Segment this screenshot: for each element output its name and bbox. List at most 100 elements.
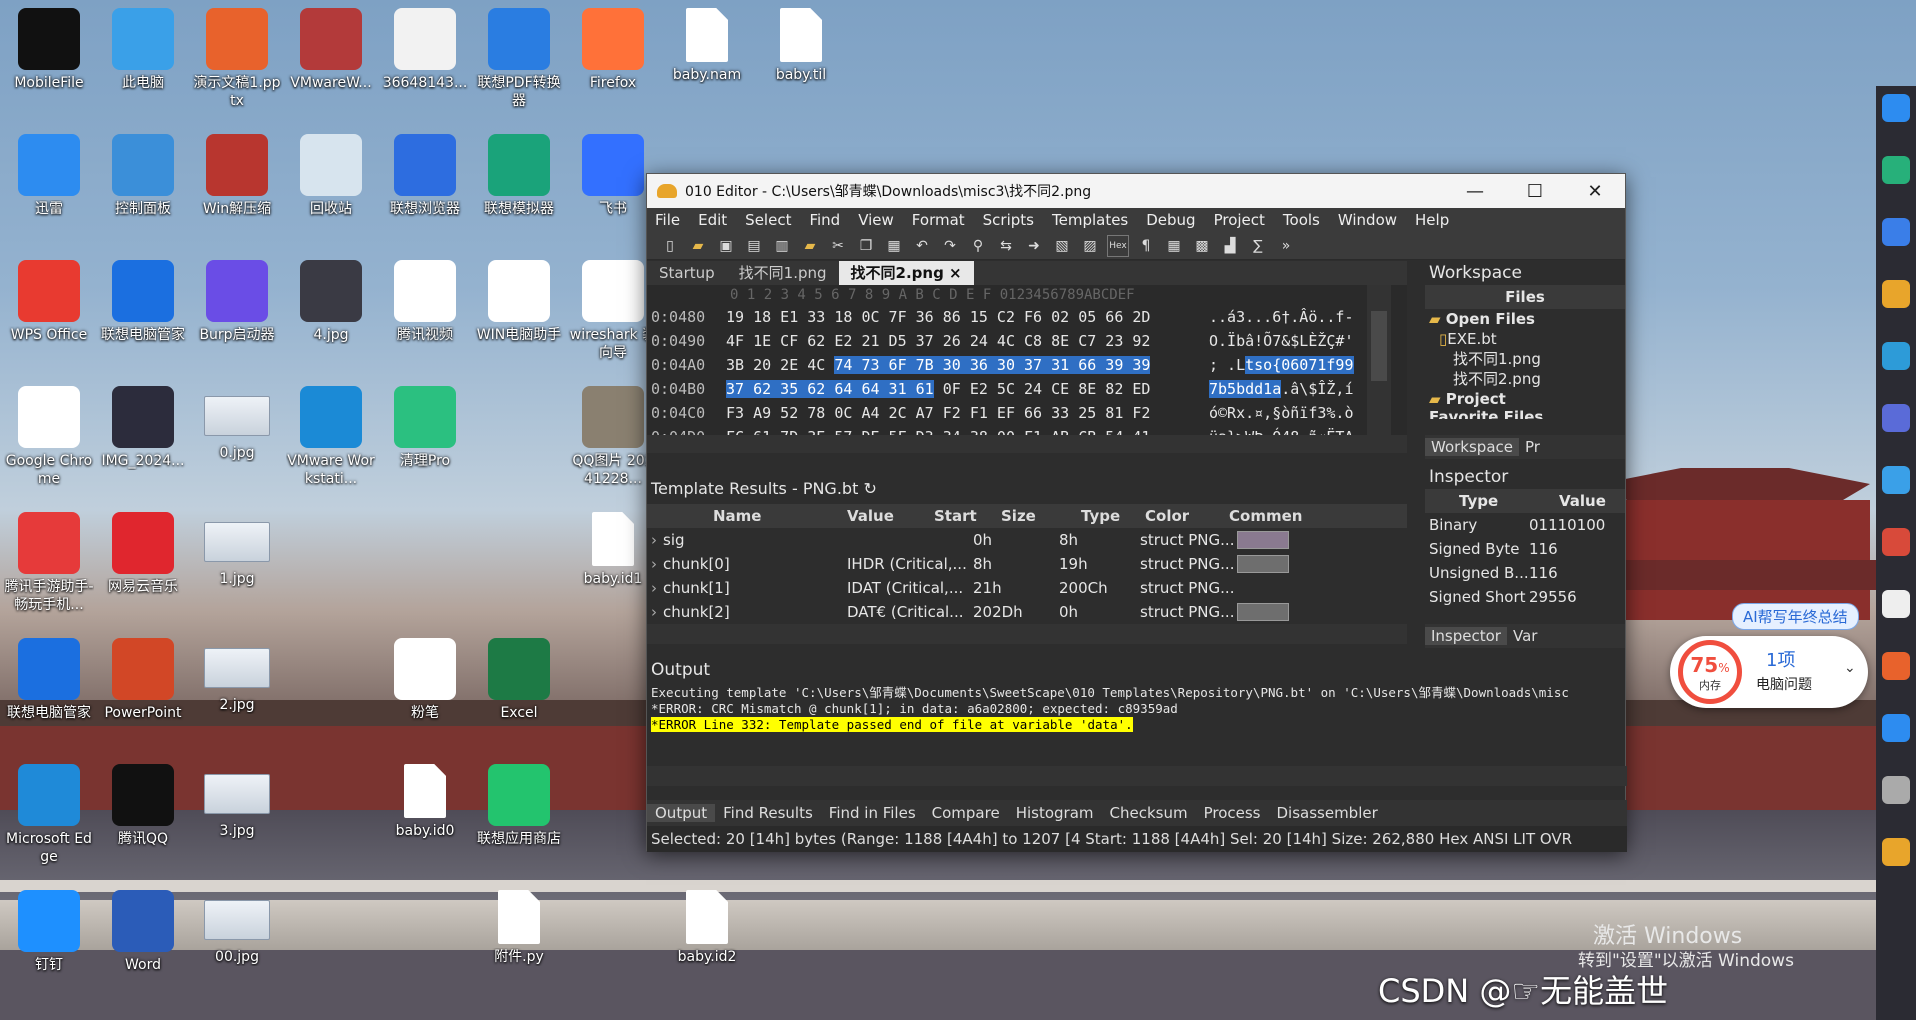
desktop-icon[interactable]: baby.id2 bbox=[662, 884, 752, 1002]
desktop-icon[interactable]: 飞书 bbox=[568, 128, 658, 246]
inspector-row[interactable]: Unsigned B... 116 bbox=[1425, 561, 1625, 585]
save-all-icon[interactable]: ▥ bbox=[771, 235, 793, 257]
col-comment[interactable]: Commen bbox=[1229, 504, 1302, 528]
desktop-icon[interactable]: 00.jpg bbox=[192, 884, 282, 1002]
menu-edit[interactable]: Edit bbox=[698, 211, 727, 229]
goto-icon[interactable]: ➜ bbox=[1023, 235, 1045, 257]
desktop-icon[interactable]: 清理Pro bbox=[380, 380, 470, 498]
desktop-icon[interactable]: 腾讯QQ bbox=[98, 758, 188, 876]
menu-view[interactable]: View bbox=[858, 211, 894, 229]
undo-icon[interactable]: ↶ bbox=[911, 235, 933, 257]
tab-find-in-files[interactable]: Find in Files bbox=[821, 804, 924, 822]
desktop-icon[interactable]: WIN电脑助手 bbox=[474, 254, 564, 372]
workspace-item[interactable]: ▯EXE.bt bbox=[1425, 329, 1625, 349]
hex-row[interactable]: 0:04A0 3B 20 2E 4C 74 73 6F 7B 30 36 30 3… bbox=[647, 353, 1407, 377]
col-type[interactable]: Type bbox=[1081, 504, 1120, 528]
taskbar-app-icon[interactable] bbox=[1882, 404, 1910, 432]
tab-inspector[interactable]: Inspector bbox=[1425, 627, 1507, 645]
memory-widget[interactable]: 75% 内存 1项 电脑问题 ⌄ bbox=[1670, 636, 1868, 708]
desktop-icon[interactable]: WPS Office bbox=[4, 254, 94, 372]
ai-year-summary-badge[interactable]: AI帮写年终总结 bbox=[1732, 603, 1859, 630]
desktop-icon[interactable]: Google Chrome bbox=[4, 380, 94, 498]
desktop-icon[interactable]: 36648143... bbox=[380, 2, 470, 120]
taskbar-app-icon[interactable] bbox=[1882, 776, 1910, 804]
col-color[interactable]: Color bbox=[1145, 504, 1189, 528]
col-value[interactable]: Value bbox=[847, 504, 894, 528]
project-node[interactable]: ▰ Project bbox=[1425, 389, 1625, 409]
menu-find[interactable]: Find bbox=[809, 211, 840, 229]
inspector-row[interactable]: Binary 01110100 bbox=[1425, 513, 1625, 537]
calculator-icon[interactable]: ▩ bbox=[1191, 235, 1213, 257]
template-row[interactable]: › chunk[2] DAT€ (Critical... 202Dh 0h struct … bbox=[647, 600, 1407, 624]
inspector-row[interactable]: Signed Byte 116 bbox=[1425, 537, 1625, 561]
tab-process[interactable]: Process bbox=[1196, 804, 1269, 822]
hex-row[interactable]: 0:0480 19 18 E1 33 18 0C 7F 36 86 15 C2 F… bbox=[647, 305, 1407, 329]
redo-icon[interactable]: ↷ bbox=[939, 235, 961, 257]
col-size[interactable]: Size bbox=[1001, 504, 1036, 528]
close-button[interactable]: ✕ bbox=[1565, 181, 1625, 202]
desktop-icon[interactable]: baby.id0 bbox=[380, 758, 470, 876]
desktop-icon[interactable]: 回收站 bbox=[286, 128, 376, 246]
taskbar-app-icon[interactable] bbox=[1882, 838, 1910, 866]
desktop-icon[interactable]: 附件.py bbox=[474, 884, 564, 1002]
desktop-icon[interactable]: QQ图片 20241228... bbox=[568, 380, 658, 498]
desktop-icon[interactable]: PowerPoint bbox=[98, 632, 188, 750]
desktop-icon[interactable]: 腾讯手游助手-畅玩手机... bbox=[4, 506, 94, 624]
open-folder-icon[interactable]: ▰ bbox=[687, 235, 709, 257]
menu-help[interactable]: Help bbox=[1415, 211, 1449, 229]
taskbar-app-icon[interactable] bbox=[1882, 218, 1910, 246]
desktop-icon[interactable]: 联想PDF转换器 bbox=[474, 2, 564, 120]
chevron-down-icon[interactable]: ⌄ bbox=[1844, 660, 1856, 676]
desktop-icon[interactable]: 迅雷 bbox=[4, 128, 94, 246]
desktop-icon[interactable]: MobileFile bbox=[4, 2, 94, 120]
expand-icon[interactable]: › bbox=[651, 600, 657, 624]
taskbar-app-icon[interactable] bbox=[1882, 652, 1910, 680]
find-icon[interactable]: ⚲ bbox=[967, 235, 989, 257]
minimize-button[interactable]: — bbox=[1445, 181, 1505, 202]
chevron-right-icon[interactable]: » bbox=[1275, 235, 1297, 257]
desktop-icon[interactable]: Win解压缩 bbox=[192, 128, 282, 246]
desktop-icon[interactable]: VMwareW... bbox=[286, 2, 376, 120]
desktop-icon[interactable]: 钉钉 bbox=[4, 884, 94, 1002]
tab-startup[interactable]: Startup bbox=[647, 261, 727, 285]
desktop-icon[interactable]: 联想电脑管家 bbox=[4, 632, 94, 750]
hex-row[interactable]: 0:0490 4F 1E CF 62 E2 21 D5 37 26 24 4C C… bbox=[647, 329, 1407, 353]
taskbar-app-icon[interactable] bbox=[1882, 156, 1910, 184]
replace-icon[interactable]: ⇆ bbox=[995, 235, 1017, 257]
desktop-icon[interactable]: Excel bbox=[474, 632, 564, 750]
script-icon[interactable]: ▧ bbox=[1051, 235, 1073, 257]
desktop-icon[interactable]: Burp启动器 bbox=[192, 254, 282, 372]
desktop-icon[interactable]: 1.jpg bbox=[192, 506, 282, 624]
desktop-icon[interactable]: VMware Workstati... bbox=[286, 380, 376, 498]
desktop-icon[interactable]: 4.jpg bbox=[286, 254, 376, 372]
inspector-col-value[interactable]: Value bbox=[1559, 489, 1606, 513]
output-scrollbar[interactable] bbox=[647, 766, 1627, 786]
expand-icon[interactable]: › bbox=[651, 576, 657, 600]
hex-mode-icon[interactable]: Hex bbox=[1107, 234, 1129, 257]
template-row[interactable]: › chunk[1] IDAT (Critical,... 21h 200Ch struc… bbox=[647, 576, 1407, 600]
columns-icon[interactable]: ▦ bbox=[1163, 235, 1185, 257]
menu-templates[interactable]: Templates bbox=[1052, 211, 1128, 229]
hex-row[interactable]: 0:04C0 F3 A9 52 78 0C A4 2C A7 F2 F1 EF 6… bbox=[647, 401, 1407, 425]
desktop-icon[interactable]: Word bbox=[98, 884, 188, 1002]
desktop-icon[interactable]: baby.id1 bbox=[568, 506, 658, 624]
menu-format[interactable]: Format bbox=[912, 211, 965, 229]
save-icon[interactable]: ▣ bbox=[715, 235, 737, 257]
taskbar-app-icon[interactable] bbox=[1882, 94, 1910, 122]
desktop-icon[interactable]: 0.jpg bbox=[192, 380, 282, 498]
taskbar-app-icon[interactable] bbox=[1882, 590, 1910, 618]
menu-tools[interactable]: Tools bbox=[1283, 211, 1320, 229]
tab-checksum[interactable]: Checksum bbox=[1102, 804, 1196, 822]
histogram-icon[interactable]: ▟ bbox=[1219, 235, 1241, 257]
taskbar-app-icon[interactable] bbox=[1882, 466, 1910, 494]
hex-horizontal-scrollbar[interactable] bbox=[647, 435, 1407, 453]
favorites-node[interactable]: Favorite Files bbox=[1425, 409, 1625, 419]
refresh-icon[interactable]: ↻ bbox=[863, 479, 876, 498]
desktop-icon[interactable]: baby.til bbox=[756, 2, 846, 120]
new-file-icon[interactable]: ▯ bbox=[659, 235, 681, 257]
desktop-icon[interactable]: IMG_2024... bbox=[98, 380, 188, 498]
workspace-item[interactable]: 找不同1.png bbox=[1425, 349, 1625, 369]
expand-icon[interactable]: › bbox=[651, 528, 657, 552]
open-files-node[interactable]: ▰ Open Files bbox=[1425, 309, 1625, 329]
template-row[interactable]: › chunk[0] IHDR (Critical,... 8h 19h struct P… bbox=[647, 552, 1407, 576]
